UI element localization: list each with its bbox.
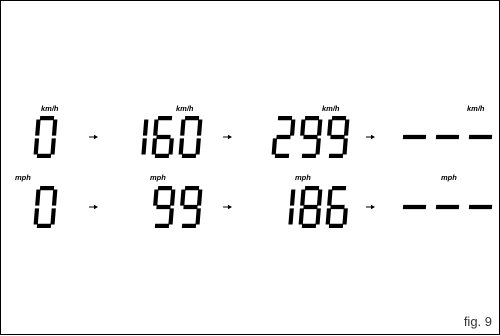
segment-e <box>151 138 158 155</box>
segment-e <box>33 138 40 155</box>
segment-f <box>35 119 41 136</box>
arrow-head <box>228 134 232 140</box>
arrow-head <box>94 134 98 140</box>
segment-c <box>315 208 321 225</box>
segment-b <box>196 189 203 206</box>
segment-f <box>153 189 159 206</box>
segment-f <box>153 119 159 136</box>
segment-c <box>141 138 147 155</box>
segment-e <box>271 138 278 155</box>
segment-f <box>180 119 186 136</box>
segment-c <box>50 138 56 155</box>
segment-e <box>298 208 305 225</box>
segment-b <box>51 119 58 136</box>
segment-b <box>289 189 296 206</box>
segment-b <box>51 189 58 206</box>
segment-b <box>343 119 350 136</box>
digit-8 <box>298 186 323 228</box>
segment-c <box>315 138 321 155</box>
digit-6 <box>325 186 348 228</box>
digit-9 <box>153 186 176 228</box>
segment-c <box>342 208 348 225</box>
digit-9 <box>300 115 323 158</box>
arrow-right-icon <box>89 134 98 140</box>
segment-b <box>316 189 323 206</box>
figure-frame: km/h km/h km/h km/h mph mph mph mph fig.… <box>0 0 500 335</box>
segment-c <box>195 138 201 155</box>
arrow-right-icon <box>223 134 232 140</box>
segment-f <box>327 189 333 206</box>
arrow-head <box>371 134 375 140</box>
segment-e <box>178 138 185 155</box>
segment-c <box>288 208 294 225</box>
arrow-head <box>371 204 375 210</box>
segment-b <box>289 119 296 136</box>
seven-segment-display <box>33 115 493 228</box>
arrow-right-icon <box>89 204 98 210</box>
segment-b <box>196 119 203 136</box>
digit-1 <box>141 119 149 155</box>
figure-label: fig. 9 <box>463 314 492 329</box>
segment-f <box>300 119 306 136</box>
arrow-head <box>94 204 98 210</box>
arrow-right-icon <box>366 204 375 210</box>
digit-2 <box>271 115 296 158</box>
segment-c <box>50 208 56 225</box>
digit-9 <box>327 115 350 158</box>
segment-b <box>142 119 149 136</box>
digit-1 <box>288 189 296 225</box>
segment-b <box>169 189 176 206</box>
digit-0 <box>178 115 203 158</box>
segment-f <box>180 189 186 206</box>
segment-e <box>33 208 40 225</box>
digit-0 <box>33 115 58 158</box>
arrow-head <box>228 204 232 210</box>
segment-f <box>300 189 306 206</box>
segment-c <box>195 208 201 225</box>
segment-c <box>342 138 348 155</box>
digit-9 <box>180 186 203 228</box>
segment-f <box>327 119 333 136</box>
segment-c <box>168 208 174 225</box>
segment-c <box>168 138 174 155</box>
arrow-right-icon <box>366 134 375 140</box>
segment-e <box>325 208 332 225</box>
arrow-right-icon <box>223 204 232 210</box>
segment-b <box>316 119 323 136</box>
segment-f <box>35 189 41 206</box>
digit-6 <box>151 115 174 158</box>
digit-0 <box>33 186 58 228</box>
